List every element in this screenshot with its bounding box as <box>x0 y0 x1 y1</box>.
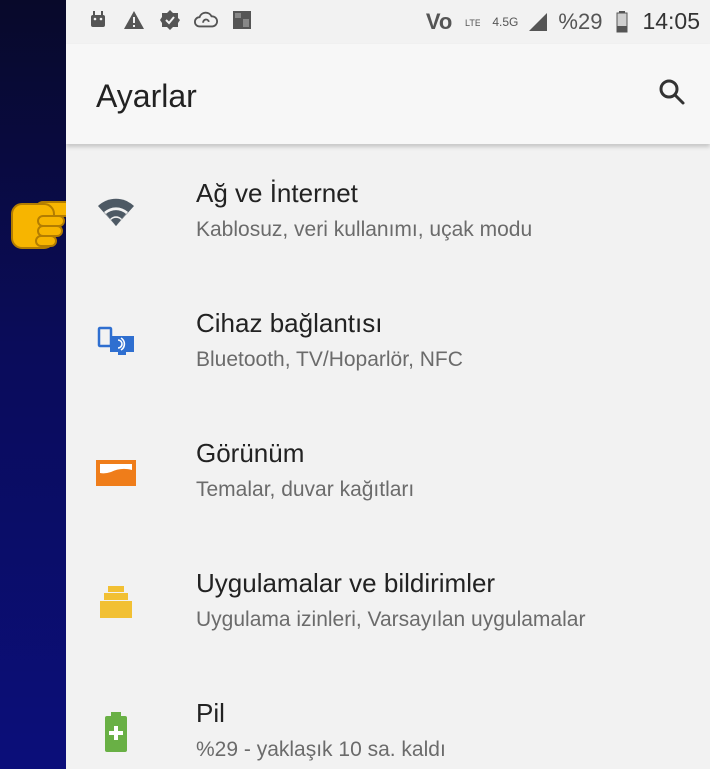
android-debug-icon <box>86 8 110 32</box>
settings-item-network[interactable]: Ağ ve İnternet Kablosuz, veri kullanımı,… <box>66 150 710 270</box>
network-type: 4.5G <box>492 14 519 29</box>
clock: 14:05 <box>642 8 700 34</box>
image-icon <box>230 8 254 32</box>
settings-item-display[interactable]: Görünüm Temalar, duvar kağıtları <box>66 410 710 530</box>
status-bar: Vo LTE 4.5G %29 14:05 <box>66 0 710 44</box>
svg-text:LTE: LTE <box>465 18 480 28</box>
item-title: Cihaz bağlantısı <box>196 308 383 338</box>
apps-icon <box>94 580 138 624</box>
battery-icon <box>610 10 634 34</box>
cloud-sync-icon <box>194 8 218 32</box>
search-button[interactable] <box>652 74 692 114</box>
volte-indicator: Vo <box>425 8 453 34</box>
item-title: Görünüm <box>196 438 305 468</box>
signal-icon <box>526 10 550 34</box>
settings-item-battery[interactable]: Pil %29 - yaklaşık 10 sa. kaldı <box>66 670 710 769</box>
item-title: Uygulamalar ve bildirimler <box>196 568 496 598</box>
item-subtitle: %29 - yaklaşık 10 sa. kaldı <box>196 738 446 761</box>
verified-badge-icon <box>158 8 182 32</box>
background-left <box>0 0 66 769</box>
battery-icon <box>94 710 138 754</box>
item-subtitle: Kablosuz, veri kullanımı, uçak modu <box>196 218 533 241</box>
lte-icon: LTE <box>460 10 484 34</box>
device-connection-icon <box>94 320 138 364</box>
settings-item-device-connection[interactable]: Cihaz bağlantısı Bluetooth, TV/Hoparlör,… <box>66 280 710 400</box>
search-icon <box>658 78 686 111</box>
settings-screen: Vo LTE 4.5G %29 14:05 Ayarlar Ağ ve İnte… <box>66 0 710 769</box>
wifi-icon <box>94 190 138 234</box>
display-icon <box>94 450 138 494</box>
page-title: Ayarlar <box>96 78 197 114</box>
item-subtitle: Bluetooth, TV/Hoparlör, NFC <box>196 348 463 371</box>
item-subtitle: Uygulama izinleri, Varsayılan uygulamala… <box>196 608 586 631</box>
item-subtitle: Temalar, duvar kağıtları <box>196 478 415 501</box>
app-bar: Ayarlar <box>66 44 710 144</box>
battery-percent: %29 <box>558 8 603 34</box>
item-title: Pil <box>196 698 225 728</box>
item-title: Ağ ve İnternet <box>196 178 358 208</box>
settings-item-apps[interactable]: Uygulamalar ve bildirimler Uygulama izin… <box>66 540 710 660</box>
warning-icon <box>122 8 146 32</box>
